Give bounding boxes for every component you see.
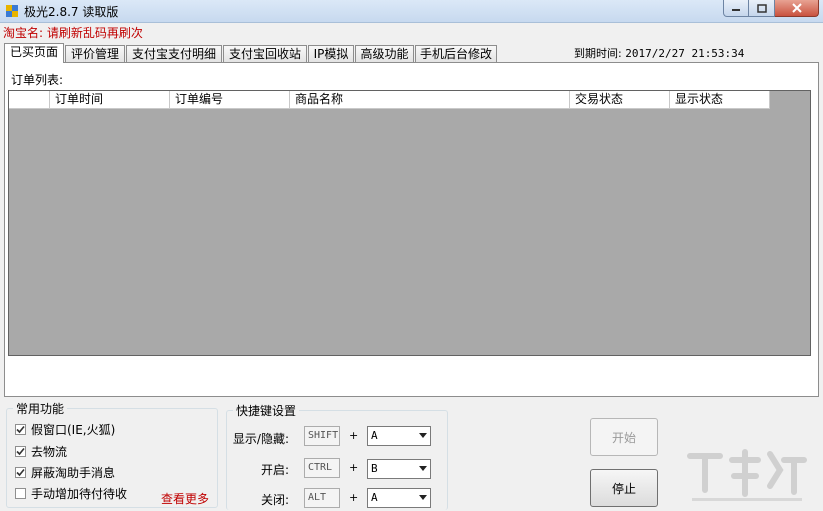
maximize-button[interactable] bbox=[749, 0, 775, 17]
checkbox[interactable] bbox=[15, 423, 26, 435]
hotkey-plus: + bbox=[349, 429, 359, 442]
option-label: 去物流 bbox=[31, 444, 68, 459]
hotkey-key-select-start[interactable]: B bbox=[367, 459, 431, 479]
column-header-order-number[interactable]: 订单编号 bbox=[170, 91, 290, 109]
title-bar: 极光2.8.7 读取版 bbox=[0, 0, 823, 23]
tab-panel-purchased: 订单列表: 订单时间 订单编号 商品名称 交易状态 显示状态 bbox=[4, 62, 819, 397]
column-header-trade-status[interactable]: 交易状态 bbox=[570, 91, 670, 109]
minimize-icon bbox=[732, 9, 740, 11]
hotkey-key-select-toggle[interactable]: A bbox=[367, 426, 431, 446]
checkmark-icon bbox=[16, 425, 25, 433]
checkbox[interactable] bbox=[15, 466, 26, 478]
checkmark-icon bbox=[16, 447, 25, 455]
option-remove-logistics[interactable]: 去物流 bbox=[15, 443, 67, 459]
chevron-down-icon bbox=[419, 495, 427, 500]
minimize-button[interactable] bbox=[723, 0, 749, 17]
hotkey-settings-title: 快捷键设置 bbox=[233, 402, 300, 419]
tab-ip-simulation[interactable]: IP模拟 bbox=[308, 45, 354, 62]
hotkey-modifier-stop: ALT bbox=[304, 488, 340, 508]
common-functions-group: 常用功能 假窗口(IE,火狐) 去物流 屏蔽淘助手消息 手动增加待付待收 查看更… bbox=[6, 400, 218, 508]
start-button[interactable]: 开始 bbox=[590, 418, 658, 456]
checkbox[interactable] bbox=[15, 487, 26, 499]
expire-time: 到期时间: 2017/2/27 21:53:34 bbox=[574, 45, 744, 61]
hotkey-key-value: A bbox=[371, 491, 378, 504]
hotkey-plus: + bbox=[349, 461, 359, 474]
tab-alipay-details[interactable]: 支付宝支付明细 bbox=[126, 45, 222, 62]
hotkey-settings-group: 快捷键设置 显示/隐藏: SHIFT + A 开启: CTRL + B 关闭: … bbox=[226, 402, 448, 510]
option-label: 假窗口(IE,火狐) bbox=[31, 422, 116, 437]
expire-label: 到期时间: bbox=[574, 47, 622, 60]
order-grid[interactable]: 订单时间 订单编号 商品名称 交易状态 显示状态 bbox=[8, 90, 811, 356]
hotkey-modifier-toggle: SHIFT bbox=[304, 426, 340, 446]
shop-name-value: 请刷新乱码再刷次 bbox=[46, 26, 143, 40]
checkmark-icon bbox=[16, 468, 25, 476]
hotkey-key-value: A bbox=[371, 429, 378, 442]
column-header-product-name[interactable]: 商品名称 bbox=[290, 91, 570, 109]
tab-review-management[interactable]: 评价管理 bbox=[65, 45, 125, 62]
column-header-select[interactable] bbox=[9, 91, 50, 109]
expire-value: 2017/2/27 21:53:34 bbox=[625, 47, 745, 60]
hotkey-modifier-start: CTRL bbox=[304, 458, 340, 478]
hotkey-plus: + bbox=[349, 491, 359, 504]
option-manual-pending[interactable]: 手动增加待付待收 bbox=[15, 485, 127, 501]
view-more-link[interactable]: 查看更多 bbox=[161, 490, 209, 507]
hotkey-label-start: 开启: bbox=[260, 463, 289, 477]
chevron-down-icon bbox=[419, 466, 427, 471]
window-controls bbox=[723, 0, 819, 18]
tab-alipay-recycle[interactable]: 支付宝回收站 bbox=[223, 45, 307, 62]
close-icon bbox=[791, 3, 802, 13]
option-label: 屏蔽淘助手消息 bbox=[31, 465, 116, 480]
column-header-display-status[interactable]: 显示状态 bbox=[670, 91, 770, 109]
maximize-icon bbox=[756, 3, 767, 13]
option-label: 手动增加待付待收 bbox=[31, 486, 128, 501]
hotkey-label-toggle: 显示/隐藏: bbox=[232, 432, 289, 446]
option-fake-window[interactable]: 假窗口(IE,火狐) bbox=[15, 421, 115, 437]
watermark-logo-icon bbox=[687, 449, 807, 501]
stop-button[interactable]: 停止 bbox=[590, 469, 658, 507]
order-list-label: 订单列表: bbox=[11, 73, 64, 87]
tab-advanced[interactable]: 高级功能 bbox=[355, 45, 414, 62]
column-header-order-time[interactable]: 订单时间 bbox=[50, 91, 170, 109]
hotkey-label-stop: 关闭: bbox=[260, 493, 289, 507]
shop-name-line: 淘宝名: 请刷新乱码再刷次 bbox=[3, 24, 143, 41]
chevron-down-icon bbox=[419, 433, 427, 438]
option-block-messages[interactable]: 屏蔽淘助手消息 bbox=[15, 464, 115, 480]
tab-mobile-backend[interactable]: 手机后台修改 bbox=[415, 45, 497, 62]
shop-name-label: 淘宝名: bbox=[3, 26, 44, 40]
tab-purchased[interactable]: 已买页面 bbox=[4, 43, 64, 63]
window-title: 极光2.8.7 读取版 bbox=[24, 5, 119, 19]
common-functions-title: 常用功能 bbox=[13, 400, 68, 417]
hotkey-key-select-stop[interactable]: A bbox=[367, 488, 431, 508]
checkbox[interactable] bbox=[15, 445, 26, 457]
app-icon bbox=[6, 5, 18, 17]
hotkey-key-value: B bbox=[371, 462, 378, 475]
close-button[interactable] bbox=[775, 0, 819, 17]
order-grid-header: 订单时间 订单编号 商品名称 交易状态 显示状态 bbox=[9, 91, 770, 109]
